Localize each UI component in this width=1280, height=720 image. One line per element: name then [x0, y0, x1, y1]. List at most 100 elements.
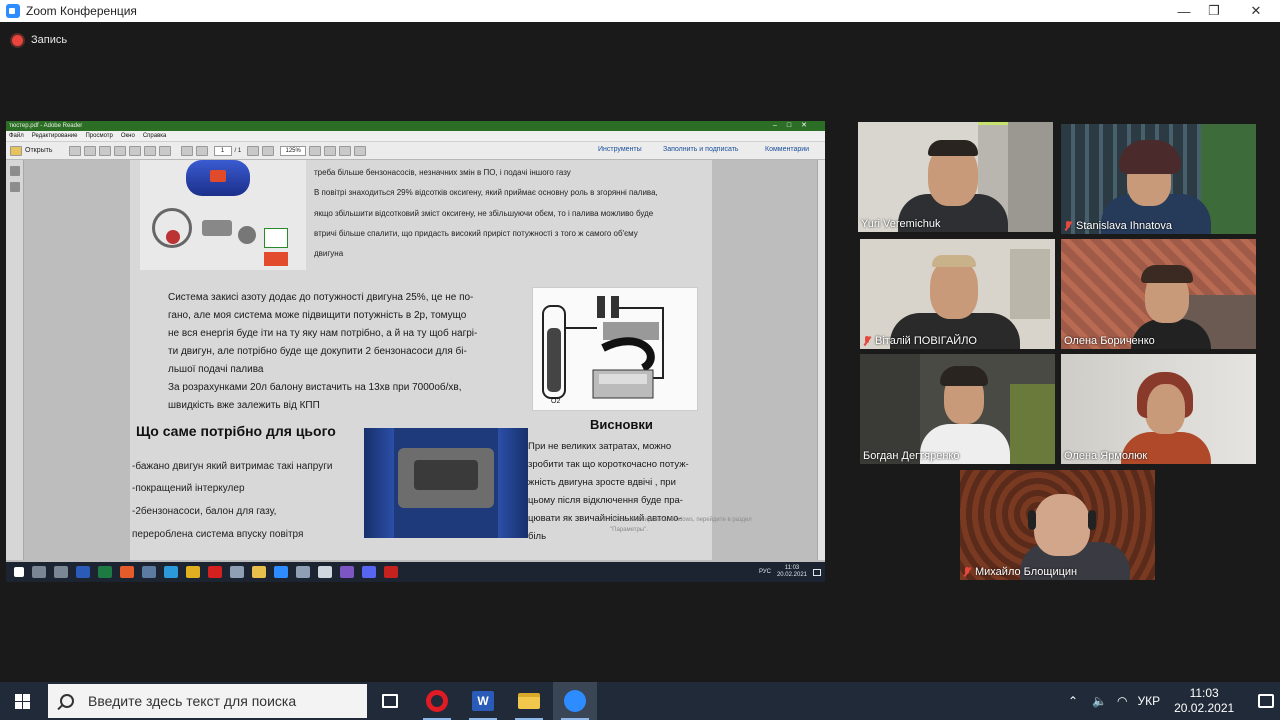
task-view-icon[interactable]: [54, 566, 68, 578]
open-folder-icon[interactable]: [10, 145, 22, 156]
taskbar-opera[interactable]: [415, 682, 459, 720]
task-view-button[interactable]: [368, 682, 412, 720]
page-up-icon[interactable]: [180, 145, 193, 156]
taskbar-explorer[interactable]: [507, 682, 551, 720]
nitrous-kit-image: [140, 160, 306, 270]
video-tile[interactable]: Stanislava Ihnatova: [1061, 124, 1256, 234]
need-item: -бажано двигун який витримає такі напруг…: [132, 461, 333, 472]
zoom-icon[interactable]: [274, 566, 288, 578]
shared-tray: РУС 11:03 20.02.2021: [759, 565, 821, 579]
attachments-icon[interactable]: [10, 182, 20, 192]
email-icon[interactable]: [158, 145, 171, 156]
video-tile[interactable]: Олена Бориченко: [1061, 239, 1256, 349]
video-tile[interactable]: Михайло Блощицин: [960, 470, 1155, 580]
page-number-input[interactable]: 1: [213, 145, 232, 156]
viber-icon[interactable]: [340, 566, 354, 578]
participant-name-text: Михайло Блощицин: [975, 566, 1078, 578]
reader-menu-bar: Файл Редактирование Просмотр Окно Справк…: [6, 131, 825, 142]
muted-mic-icon: [963, 566, 971, 578]
participant-name-text: Олена Ярмолюк: [1064, 450, 1148, 462]
comments-link[interactable]: Комментарии: [765, 146, 809, 153]
system-tray: ⌃ 🔈 ◠ УКР 11:03 20.02.2021: [1068, 682, 1275, 720]
video-tile[interactable]: Олена Ярмолюк: [1061, 354, 1256, 464]
menu-file[interactable]: Файл: [9, 133, 24, 139]
word-icon[interactable]: [76, 566, 90, 578]
create-icon[interactable]: [68, 145, 81, 156]
maximize-button[interactable]: ❐: [1194, 0, 1234, 22]
taskbar-zoom[interactable]: [553, 682, 597, 720]
app-icon[interactable]: [230, 566, 244, 578]
participant-name: Михайло Блощицин: [963, 566, 1077, 578]
combine-icon[interactable]: [83, 145, 96, 156]
language-indicator[interactable]: УКР: [1138, 694, 1161, 708]
edit-icon[interactable]: [98, 145, 111, 156]
clock[interactable]: 11:03 20.02.2021: [1174, 686, 1234, 716]
participant-name: Stanislava Ihnatova: [1064, 220, 1172, 232]
paragraph-line: жність двигуна зросте вдвічі , при: [528, 477, 676, 488]
full-screen-icon[interactable]: [324, 145, 337, 156]
doc-line: треба більше бензонасосів, незначних змі…: [314, 168, 571, 177]
opera-icon: [426, 690, 448, 712]
comment-icon[interactable]: [339, 145, 352, 156]
shared-screen: тюстер.pdf - Adobe Reader –□✕ Файл Редак…: [6, 121, 825, 582]
reader-scrollbar[interactable]: [817, 160, 825, 560]
zoom-icon: [564, 690, 586, 712]
zoom-out-icon[interactable]: [247, 145, 260, 156]
video-tile[interactable]: Yuri Veremichuk: [858, 122, 1053, 232]
paragraph-line: не вся енергія буде іти на ту яку нам по…: [168, 328, 478, 339]
close-button[interactable]: ✕: [1236, 0, 1276, 22]
firefox-icon[interactable]: [120, 566, 134, 578]
fill-sign-link[interactable]: Заполнить и подписать: [663, 146, 739, 153]
menu-help[interactable]: Справка: [143, 133, 167, 139]
folder-icon[interactable]: [252, 566, 266, 578]
start-icon[interactable]: [14, 567, 24, 577]
discord-icon[interactable]: [362, 566, 376, 578]
paragraph-line: швидкість вже залежить від КПП: [168, 400, 320, 411]
taskbar-word[interactable]: W: [461, 682, 505, 720]
paragraph-line: Система закисі азоту додає до потужності…: [168, 292, 474, 303]
needs-heading: Що саме потрібно для цього: [136, 423, 336, 439]
search-icon[interactable]: [32, 566, 46, 578]
highlight-icon[interactable]: [354, 145, 367, 156]
clock-time: 11:03: [1189, 686, 1219, 700]
page-down-icon[interactable]: [195, 145, 208, 156]
telegram-icon[interactable]: [164, 566, 178, 578]
settings-icon[interactable]: [318, 566, 332, 578]
chrome-icon[interactable]: [186, 566, 200, 578]
participant-name: Олена Ярмолюк: [1064, 450, 1147, 462]
print-icon[interactable]: [128, 145, 141, 156]
need-item: -2бензонасоси, балон для газу,: [132, 506, 277, 517]
task-view-icon: [382, 694, 398, 708]
tools-link[interactable]: Инструменты: [598, 146, 642, 153]
excel-icon[interactable]: [98, 566, 112, 578]
fit-page-icon[interactable]: [309, 145, 322, 156]
opera-icon[interactable]: [208, 566, 222, 578]
app-icon[interactable]: [296, 566, 310, 578]
notifications-icon[interactable]: [1258, 694, 1275, 708]
save-icon[interactable]: [143, 145, 156, 156]
pages-icon[interactable]: [10, 166, 20, 176]
notification-icon[interactable]: [813, 568, 821, 576]
recording-indicator[interactable]: Запись: [12, 34, 67, 46]
paragraph-line: льшої подачі палива: [168, 364, 264, 375]
chevron-up-icon[interactable]: ⌃: [1068, 694, 1078, 708]
zoom-level-select[interactable]: 125%: [280, 145, 307, 156]
wifi-icon[interactable]: ◠: [1117, 694, 1127, 708]
tray-clock[interactable]: 11:03 20.02.2021: [777, 565, 807, 579]
app-icon[interactable]: [142, 566, 156, 578]
menu-view[interactable]: Просмотр: [85, 133, 112, 139]
open-label[interactable]: Открыть: [25, 147, 53, 154]
menu-edit[interactable]: Редактирование: [32, 133, 78, 139]
taskbar-search[interactable]: Введите здесь текст для поиска: [48, 684, 367, 718]
zoom-in-icon[interactable]: [262, 145, 275, 156]
tray-lang[interactable]: РУС: [759, 569, 771, 575]
video-tile[interactable]: Богдан Дегтяренко: [860, 354, 1055, 464]
acrobat-icon[interactable]: [384, 566, 398, 578]
start-button[interactable]: [0, 682, 44, 720]
speaker-icon[interactable]: 🔈: [1092, 694, 1107, 708]
menu-window[interactable]: Окно: [121, 133, 135, 139]
doc-line: двигуна: [314, 249, 344, 258]
diagram-label: О2: [551, 398, 561, 405]
video-tile[interactable]: Віталій ПОВІГАЙЛО: [860, 239, 1055, 349]
sign-icon[interactable]: [113, 145, 126, 156]
